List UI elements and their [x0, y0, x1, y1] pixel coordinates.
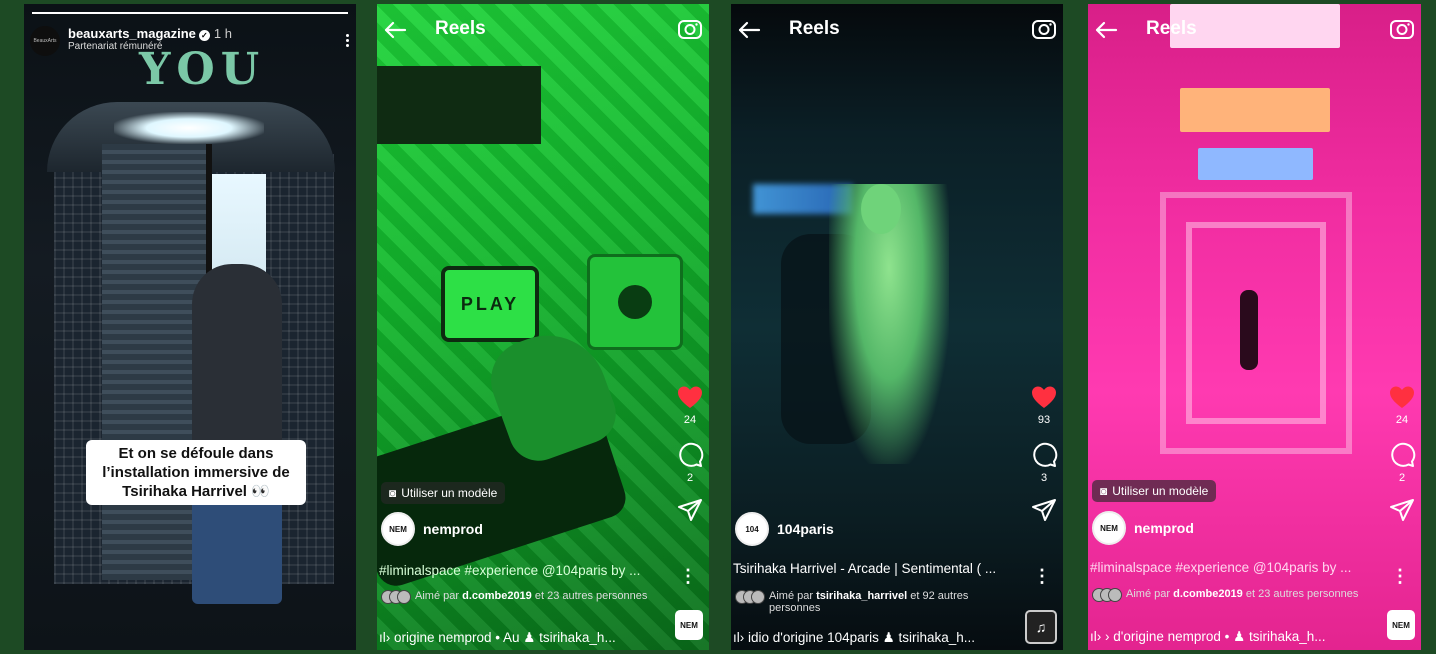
share-send-icon[interactable]	[1389, 498, 1415, 522]
verified-icon: ✓	[198, 30, 210, 41]
like-count: 24	[683, 414, 697, 426]
like-heart-icon[interactable]	[1030, 384, 1058, 410]
author-username[interactable]: nemprod	[1134, 520, 1194, 536]
liked-by[interactable]: Aimé par d.combe2019 et 23 autres person…	[1092, 588, 1362, 602]
liked-by-avatars	[1092, 588, 1122, 602]
camera-icon[interactable]	[677, 16, 703, 40]
use-template-label: Utiliser un modèle	[401, 486, 498, 500]
display-panel	[377, 66, 541, 144]
reel-author[interactable]: 104 104paris	[735, 512, 834, 546]
reel-caption[interactable]: #liminalspace #experience @104paris by .…	[379, 563, 664, 578]
scene-play-sign: PLAY	[441, 266, 539, 342]
audio-thumbnail[interactable]: NEM	[675, 610, 703, 640]
page-title: Reels	[789, 18, 840, 39]
music-note-icon[interactable]: ♫	[1025, 610, 1057, 644]
like-count: 93	[1037, 414, 1051, 426]
audio-info[interactable]: ıl› › d'origine nemprod • ♟ tsirihaka_h.…	[1090, 629, 1370, 645]
arcade-knob	[587, 254, 683, 350]
author-avatar[interactable]: NEM	[381, 512, 415, 546]
comment-icon[interactable]	[676, 440, 704, 468]
audio-info[interactable]: ıl› idio d'origine 104paris ♟ tsirihaka_…	[733, 630, 1013, 646]
reel-video	[1088, 4, 1421, 650]
author-avatar[interactable]: 104	[735, 512, 769, 546]
glowing-figure-head	[861, 184, 901, 234]
side-actions: 93 3	[1029, 384, 1059, 522]
story-avatar[interactable]: BeauxArts	[30, 26, 60, 56]
reel-panel-3[interactable]: Reels 24 2 ◙ Utiliser un modèle NEM nempr…	[1088, 4, 1421, 650]
reel-panel-2[interactable]: Reels 93 3 104 104paris Tsirihaka Harriv…	[731, 4, 1063, 650]
reel-author[interactable]: NEM nemprod	[381, 512, 483, 546]
liked-prefix: Aimé par	[415, 590, 460, 602]
booth-light	[114, 112, 264, 144]
camera-icon[interactable]	[1389, 16, 1415, 40]
liked-by-avatars	[381, 590, 411, 604]
ceiling-light-3	[1198, 148, 1313, 180]
liked-user[interactable]: tsirihaka_harrivel	[816, 590, 907, 602]
comment-count: 2	[1398, 472, 1406, 484]
reel-caption[interactable]: #liminalspace #experience @104paris by .…	[1090, 560, 1375, 575]
comment-icon[interactable]	[1388, 440, 1416, 468]
share-send-icon[interactable]	[677, 498, 703, 522]
camera-icon[interactable]	[1031, 16, 1057, 40]
side-actions: 24 2	[1387, 384, 1417, 522]
use-template-label: Utiliser un modèle	[1112, 484, 1209, 498]
story-panel[interactable]: YOU BeauxArts beauxarts_magazine ✓ 1 h Par…	[24, 4, 356, 650]
liked-prefix: Aimé par	[1126, 588, 1171, 600]
liked-user[interactable]: d.combe2019	[462, 590, 532, 602]
like-count: 24	[1395, 414, 1409, 426]
story-progress-fill	[32, 12, 348, 14]
more-options-icon[interactable]: ⋮	[679, 567, 697, 585]
liked-suffix: et 23 autres personnes	[534, 590, 648, 602]
author-username[interactable]: nemprod	[423, 521, 483, 537]
author-avatar[interactable]: NEM	[1092, 511, 1126, 545]
comment-icon[interactable]	[1030, 440, 1058, 468]
page-title: Reels	[435, 18, 486, 39]
reel-video: PLAY	[377, 4, 709, 650]
text-sticker: Et on se défoule dans l’installation imm…	[86, 440, 306, 505]
use-template-chip[interactable]: ◙ Utiliser un modèle	[381, 482, 506, 504]
reel-caption[interactable]: Tsirihaka Harrivel - Arcade | Sentimenta…	[733, 561, 1018, 576]
liked-by[interactable]: Aimé par tsirihaka_harrivel et 92 autres…	[735, 590, 1005, 614]
comment-count: 2	[686, 472, 694, 484]
comment-count: 3	[1040, 472, 1048, 484]
author-username[interactable]: 104paris	[777, 521, 834, 537]
audio-info[interactable]: ıl› origine nemprod • Au ♟ tsirihaka_h..…	[379, 630, 659, 646]
page-title: Reels	[1146, 18, 1197, 39]
story-username-row: beauxarts_magazine ✓ 1 h	[68, 26, 232, 41]
story-progress-bar	[32, 12, 348, 14]
liked-by-avatars	[735, 590, 765, 604]
liked-suffix: et 23 autres personnes	[1245, 588, 1359, 600]
paid-partnership-label[interactable]: Partenariat rémunéré	[68, 41, 232, 52]
back-arrow-icon[interactable]	[1094, 20, 1118, 40]
back-arrow-icon[interactable]	[383, 20, 407, 40]
story-header: BeauxArts beauxarts_magazine ✓ 1 h Partena…	[30, 26, 232, 56]
share-send-icon[interactable]	[1031, 498, 1057, 522]
story-username[interactable]: beauxarts_magazine	[68, 26, 196, 41]
person-silhouette	[1240, 290, 1258, 370]
more-options-icon[interactable]: ⋮	[1033, 567, 1051, 585]
side-actions: 24 2	[675, 384, 705, 522]
audio-thumbnail[interactable]: NEM	[1387, 610, 1415, 640]
like-heart-icon[interactable]	[1388, 384, 1416, 410]
reel-video	[731, 4, 1063, 650]
story-time: 1 h	[213, 26, 232, 41]
reel-author[interactable]: NEM nemprod	[1092, 511, 1194, 545]
more-options-icon[interactable]	[346, 32, 350, 49]
person-figure	[192, 264, 282, 604]
more-options-icon[interactable]: ⋮	[1391, 567, 1409, 585]
template-camera-icon: ◙	[1100, 484, 1108, 498]
ceiling-light-2	[1180, 88, 1330, 132]
like-heart-icon[interactable]	[676, 384, 704, 410]
story-image: YOU	[24, 4, 356, 650]
use-template-chip[interactable]: ◙ Utiliser un modèle	[1092, 480, 1217, 502]
reel-panel-1[interactable]: PLAY Reels 24 2 ◙ Utiliser un modèle NEM …	[377, 4, 709, 650]
liked-user[interactable]: d.combe2019	[1173, 588, 1243, 600]
back-arrow-icon[interactable]	[737, 20, 761, 40]
template-camera-icon: ◙	[389, 486, 397, 500]
liked-prefix: Aimé par	[769, 590, 814, 602]
liked-by[interactable]: Aimé par d.combe2019 et 23 autres person…	[381, 590, 651, 604]
